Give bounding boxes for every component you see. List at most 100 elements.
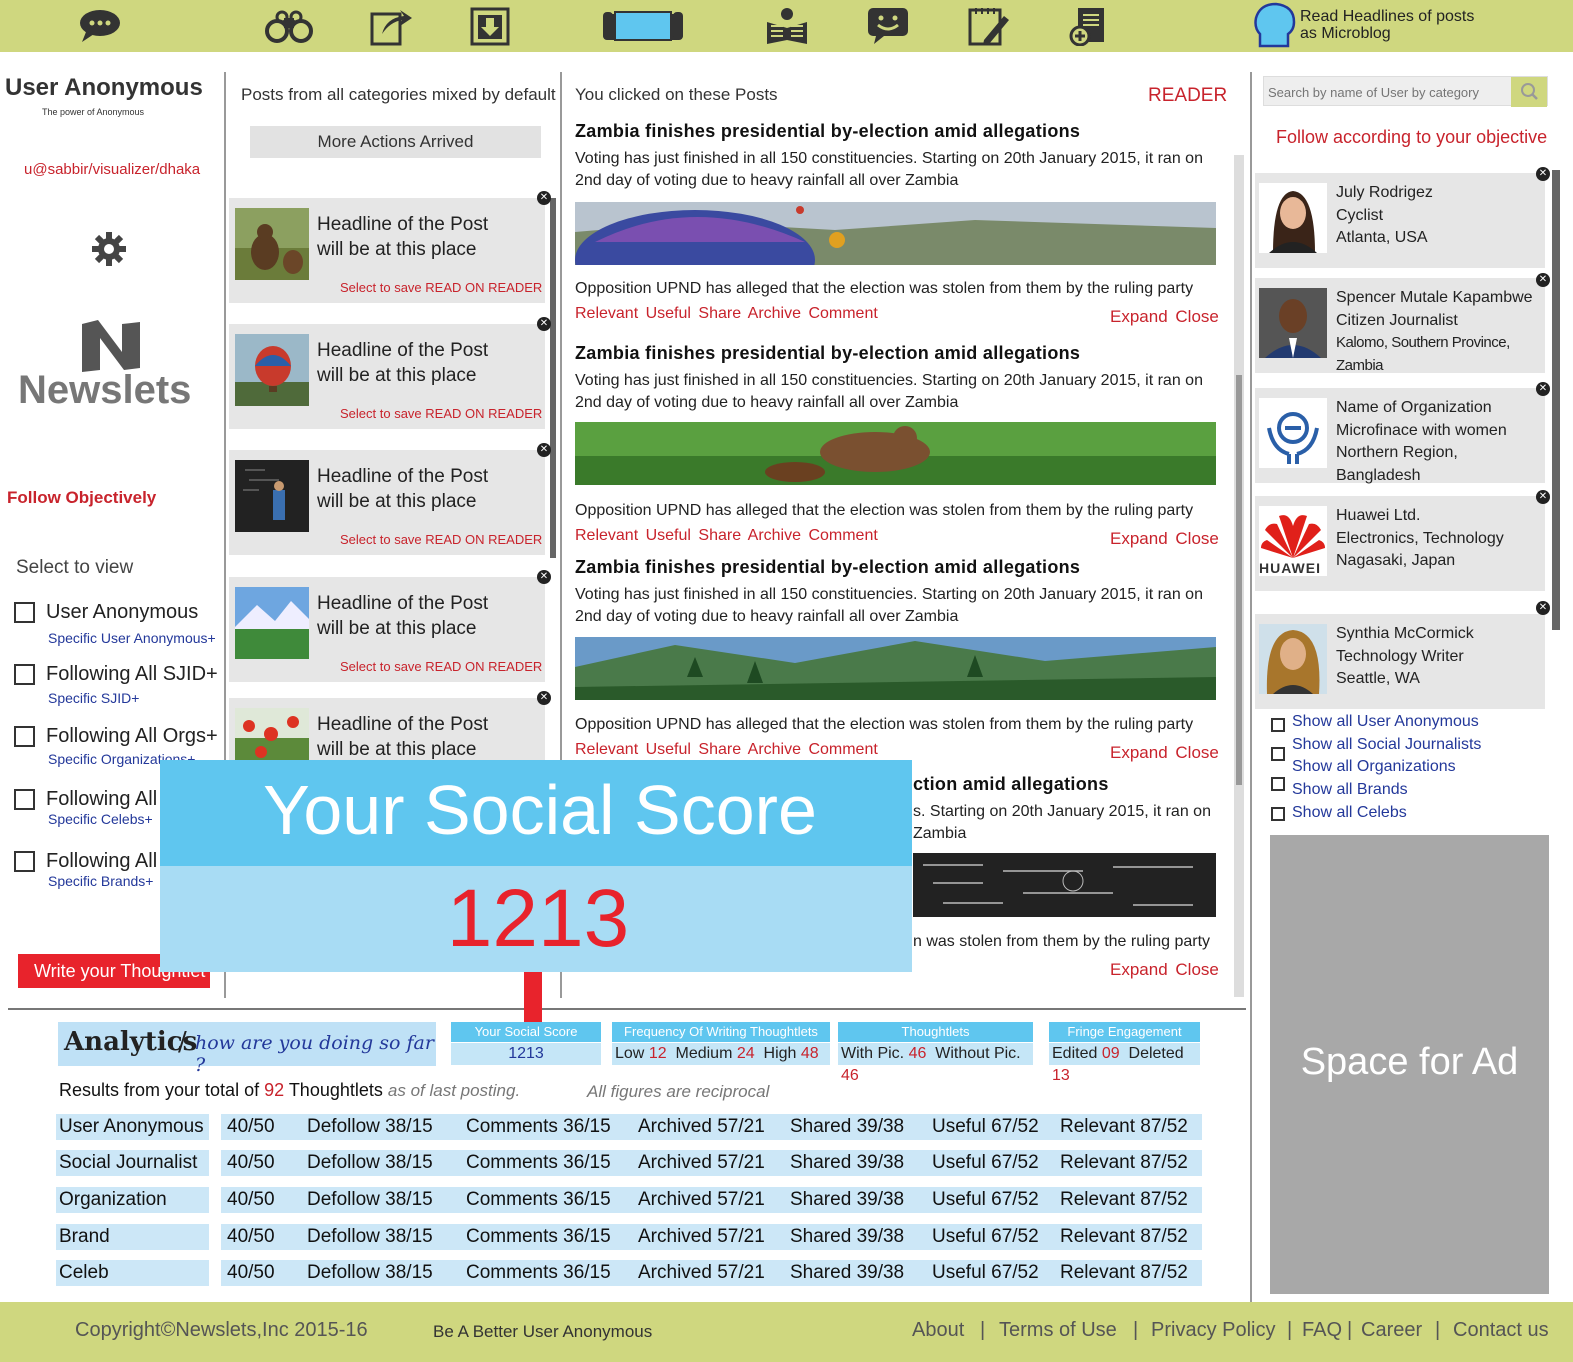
expand-link[interactable]: Expand bbox=[1110, 743, 1168, 762]
analytics-row: Brand 40/50 Defollow 38/15 Comments 36/15 Ar… bbox=[56, 1224, 1202, 1250]
show-all-checkbox[interactable] bbox=[1271, 718, 1285, 732]
close-link[interactable]: Close bbox=[1175, 743, 1218, 762]
feed-scrollbar[interactable] bbox=[550, 198, 556, 558]
chat-bubbles-icon[interactable] bbox=[72, 4, 132, 48]
show-all-checkbox[interactable] bbox=[1271, 747, 1285, 761]
filter-sub-link[interactable]: Specific Brands+ bbox=[48, 873, 153, 889]
article-title[interactable]: Zambia finishes presidential by-election… bbox=[575, 343, 1080, 364]
close-link[interactable]: Close bbox=[1175, 960, 1218, 979]
filter-checkbox-brands[interactable] bbox=[14, 851, 35, 872]
footer-link-career[interactable]: Career bbox=[1361, 1319, 1422, 1342]
close-icon[interactable]: ✕ bbox=[537, 317, 551, 331]
close-icon[interactable]: ✕ bbox=[1536, 273, 1550, 287]
article-expand-close[interactable]: Expand Close bbox=[1110, 529, 1219, 549]
search-button[interactable] bbox=[1511, 77, 1547, 107]
feed-card[interactable]: Headline of the Post will be at this plac… bbox=[229, 324, 545, 429]
feed-card[interactable]: Headline of the Post will be at this plac… bbox=[229, 198, 545, 303]
save-to-reader-link[interactable]: Select to save READ ON READER bbox=[340, 280, 542, 295]
analytics-row: Organization 40/50 Defollow 38/15 Comments … bbox=[56, 1187, 1202, 1213]
show-all-label[interactable]: Show all Brands bbox=[1292, 781, 1408, 799]
balloon-thumbnail bbox=[235, 334, 309, 406]
footer-slogan: Be A Better User Anonymous bbox=[433, 1322, 653, 1341]
search-input[interactable] bbox=[1268, 81, 1508, 103]
article-expand-close[interactable]: Expand Close bbox=[1110, 743, 1219, 763]
feed-card[interactable]: Headline of the Post will be at this plac… bbox=[229, 450, 545, 555]
close-icon[interactable]: ✕ bbox=[1536, 382, 1550, 396]
filter-checkbox-user-anonymous[interactable] bbox=[14, 602, 35, 623]
expand-link[interactable]: Expand bbox=[1110, 529, 1168, 548]
footer-link-privacy[interactable]: Privacy Policy bbox=[1151, 1319, 1275, 1342]
show-all-checkbox[interactable] bbox=[1271, 777, 1285, 791]
binoculars-icon[interactable] bbox=[259, 4, 319, 48]
close-icon[interactable]: ✕ bbox=[1536, 601, 1550, 615]
profile-card[interactable]: Synthia McCormick Technology Writer Seattl… bbox=[1255, 614, 1545, 709]
article-title[interactable]: ction amid allegations bbox=[913, 774, 1109, 795]
tablet-stack-icon[interactable] bbox=[600, 4, 685, 48]
article-title[interactable]: Zambia finishes presidential by-election… bbox=[575, 121, 1080, 142]
expand-link[interactable]: Expand bbox=[1110, 307, 1168, 326]
show-all-label[interactable]: Show all Celebs bbox=[1292, 804, 1407, 822]
reader-scrollbar-thumb[interactable] bbox=[1236, 375, 1242, 785]
ad-space[interactable]: Space for Ad bbox=[1270, 835, 1549, 1294]
right-scrollbar[interactable] bbox=[1552, 170, 1560, 630]
footer-link-about[interactable]: About bbox=[912, 1319, 964, 1342]
article-expand-close[interactable]: Expand Close bbox=[1110, 960, 1219, 980]
show-all-label[interactable]: Show all Organizations bbox=[1292, 758, 1456, 776]
article-actions[interactable]: Relevant Useful Share Archive Comment bbox=[575, 527, 878, 545]
filter-checkbox-orgs[interactable] bbox=[14, 726, 35, 747]
share-edit-icon[interactable] bbox=[360, 4, 420, 48]
smiley-chat-icon[interactable] bbox=[858, 4, 918, 48]
save-to-reader-link[interactable]: Select to save READ ON READER bbox=[340, 406, 542, 421]
notepad-edit-icon[interactable] bbox=[958, 4, 1018, 48]
close-icon[interactable]: ✕ bbox=[1536, 167, 1550, 181]
row-metric: Comments 36/15 bbox=[466, 1226, 611, 1247]
tagline: The power of Anonymous bbox=[42, 107, 145, 117]
profile-card[interactable]: Spencer Mutale Kapambwe Citizen Journalis… bbox=[1255, 278, 1545, 374]
filter-sub-link[interactable]: Specific Celebs+ bbox=[48, 811, 153, 827]
footer-link-contact[interactable]: Contact us bbox=[1453, 1319, 1549, 1342]
footer-link-faq[interactable]: FAQ bbox=[1302, 1319, 1342, 1342]
show-all-label[interactable]: Show all Social Journalists bbox=[1292, 736, 1481, 754]
more-actions-button[interactable]: More Actions Arrived bbox=[250, 126, 541, 158]
social-score-popup[interactable]: Your Social Score 1213 bbox=[160, 760, 912, 972]
user-path[interactable]: u@sabbir/visualizer/dhaka bbox=[24, 161, 200, 178]
close-link[interactable]: Close bbox=[1175, 529, 1218, 548]
show-all-label[interactable]: Show all User Anonymous bbox=[1292, 713, 1479, 731]
close-icon[interactable]: ✕ bbox=[1536, 490, 1550, 504]
save-to-reader-link[interactable]: Select to save READ ON READER bbox=[340, 532, 542, 547]
row-label: Celeb bbox=[59, 1262, 109, 1283]
save-to-reader-link[interactable]: Select to save READ ON READER bbox=[340, 659, 542, 674]
reader-person-icon[interactable] bbox=[757, 4, 817, 48]
close-icon[interactable]: ✕ bbox=[537, 443, 551, 457]
filter-sub-link[interactable]: Specific User Anonymous+ bbox=[48, 630, 216, 646]
download-box-icon[interactable] bbox=[460, 4, 520, 48]
add-document-icon[interactable] bbox=[1060, 4, 1120, 48]
article-expand-close[interactable]: Expand Close bbox=[1110, 307, 1219, 327]
gear-icon[interactable] bbox=[90, 230, 128, 268]
filter-checkbox-celebs[interactable] bbox=[14, 789, 35, 810]
article-actions[interactable]: Relevant Useful Share Archive Comment bbox=[575, 741, 878, 759]
huawei-logo-text: HUAWEI bbox=[1259, 560, 1321, 576]
profile-name: July Rodrigez bbox=[1336, 184, 1433, 201]
close-icon[interactable]: ✕ bbox=[537, 191, 551, 205]
reader-scrollbar-track[interactable] bbox=[1234, 155, 1244, 997]
profile-card[interactable]: Name of Organization Microfinace with wom… bbox=[1255, 388, 1545, 484]
close-icon[interactable]: ✕ bbox=[537, 570, 551, 584]
profile-card[interactable]: HUAWEI Huawei Ltd. Electronics, Technolog… bbox=[1255, 496, 1545, 591]
expand-link[interactable]: Expand bbox=[1110, 960, 1168, 979]
fringe-box-value: Edited 09 Deleted 13 bbox=[1049, 1043, 1200, 1084]
filter-sub-link[interactable]: Specific SJID+ bbox=[48, 690, 139, 706]
search-box[interactable] bbox=[1263, 76, 1548, 107]
footer-link-terms[interactable]: Terms of Use bbox=[999, 1319, 1117, 1342]
row-metric: Defollow 38/15 bbox=[307, 1226, 433, 1247]
filter-checkbox-sjid[interactable] bbox=[14, 664, 35, 685]
article-actions[interactable]: Relevant Useful Share Archive Comment bbox=[575, 305, 878, 323]
article-summary: Opposition UPND has alleged that the ele… bbox=[575, 280, 1194, 297]
profile-card[interactable]: July Rodrigez Cyclist Atlanta, USA bbox=[1255, 173, 1545, 268]
read-headlines-link[interactable]: Read Headlines of posts as Microblog bbox=[1300, 8, 1474, 42]
close-icon[interactable]: ✕ bbox=[537, 691, 551, 705]
feed-card[interactable]: Headline of the Post will be at this plac… bbox=[229, 577, 545, 682]
article-title[interactable]: Zambia finishes presidential by-election… bbox=[575, 557, 1080, 578]
show-all-checkbox[interactable] bbox=[1271, 807, 1285, 821]
close-link[interactable]: Close bbox=[1175, 307, 1218, 326]
